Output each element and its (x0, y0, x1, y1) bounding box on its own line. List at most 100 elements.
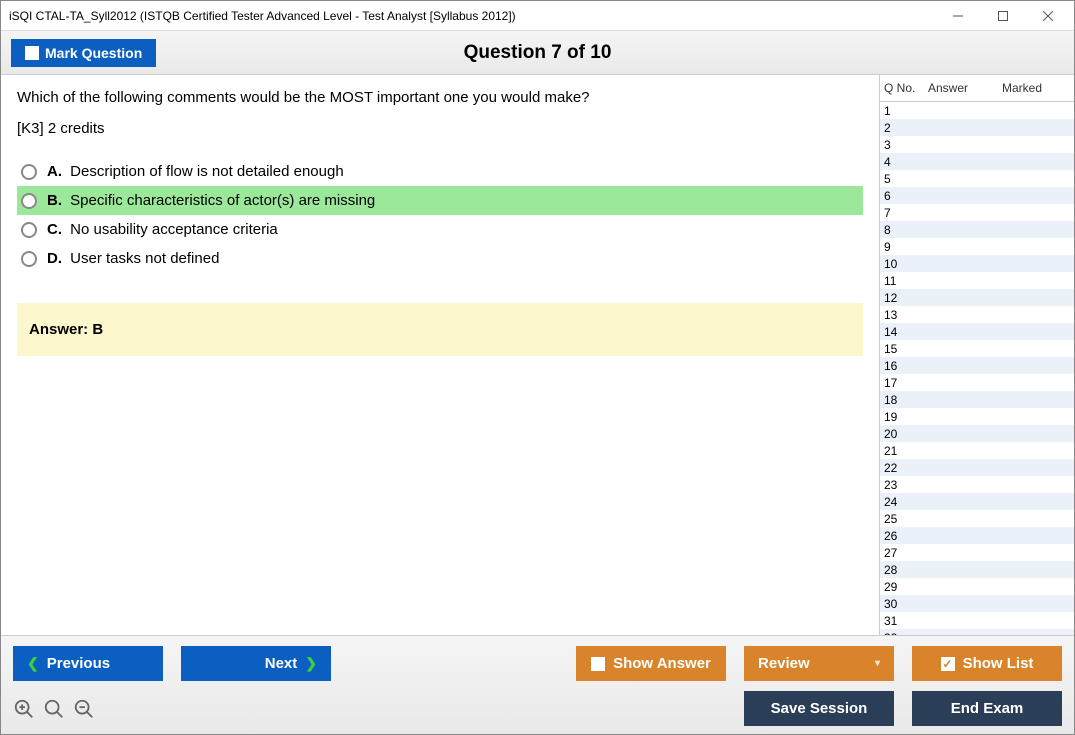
row-number: 26 (884, 529, 928, 543)
list-row[interactable]: 6 (880, 187, 1074, 204)
option-d[interactable]: D. User tasks not defined (17, 244, 863, 273)
row-number: 15 (884, 342, 928, 356)
app-window: iSQI CTAL-TA_Syll2012 (ISTQB Certified T… (0, 0, 1075, 735)
minimize-button[interactable] (935, 2, 980, 30)
option-b[interactable]: B. Specific characteristics of actor(s) … (17, 186, 863, 215)
row-number: 25 (884, 512, 928, 526)
list-row[interactable]: 26 (880, 527, 1074, 544)
list-row[interactable]: 19 (880, 408, 1074, 425)
list-row[interactable]: 15 (880, 340, 1074, 357)
list-row[interactable]: 9 (880, 238, 1074, 255)
list-row[interactable]: 16 (880, 357, 1074, 374)
list-row[interactable]: 25 (880, 510, 1074, 527)
maximize-button[interactable] (980, 2, 1025, 30)
show-list-label: Show List (963, 655, 1034, 672)
radio-icon (21, 164, 37, 180)
next-label: Next (265, 655, 298, 672)
list-row[interactable]: 22 (880, 459, 1074, 476)
show-list-button[interactable]: ✓ Show List (912, 646, 1062, 681)
list-row[interactable]: 24 (880, 493, 1074, 510)
list-row[interactable]: 29 (880, 578, 1074, 595)
list-row[interactable]: 14 (880, 323, 1074, 340)
checkbox-checked-icon: ✓ (941, 657, 955, 671)
bottom-bar: ❮ Previous Next ❯ Show Answer Review ▾ ✓… (1, 635, 1074, 734)
option-text: B. Specific characteristics of actor(s) … (47, 192, 375, 209)
question-text: Which of the following comments would be… (17, 89, 863, 106)
header-marked: Marked (1002, 81, 1070, 95)
row-number: 28 (884, 563, 928, 577)
mark-question-button[interactable]: Mark Question (11, 39, 156, 67)
list-row[interactable]: 3 (880, 136, 1074, 153)
list-row[interactable]: 31 (880, 612, 1074, 629)
list-row[interactable]: 23 (880, 476, 1074, 493)
row-number: 20 (884, 427, 928, 441)
list-row[interactable]: 27 (880, 544, 1074, 561)
radio-icon (21, 193, 37, 209)
button-row-1: ❮ Previous Next ❯ Show Answer Review ▾ ✓… (13, 646, 1062, 681)
row-number: 21 (884, 444, 928, 458)
show-answer-label: Show Answer (613, 655, 711, 672)
option-text: C. No usability acceptance criteria (47, 221, 278, 238)
list-row[interactable]: 5 (880, 170, 1074, 187)
question-list[interactable]: 1234567891011121314151617181920212223242… (880, 102, 1074, 635)
question-list-panel: Q No. Answer Marked 12345678910111213141… (879, 75, 1074, 635)
list-row[interactable]: 8 (880, 221, 1074, 238)
previous-label: Previous (47, 655, 110, 672)
close-button[interactable] (1025, 2, 1070, 30)
row-number: 30 (884, 597, 928, 611)
next-button[interactable]: Next ❯ (181, 646, 331, 681)
review-dropdown[interactable]: Review ▾ (744, 646, 894, 681)
previous-button[interactable]: ❮ Previous (13, 646, 163, 681)
list-row[interactable]: 20 (880, 425, 1074, 442)
row-number: 14 (884, 325, 928, 339)
show-answer-button[interactable]: Show Answer (576, 646, 726, 681)
zoom-in-icon[interactable] (13, 698, 35, 720)
zoom-out-icon[interactable] (73, 698, 95, 720)
row-number: 3 (884, 138, 928, 152)
list-header: Q No. Answer Marked (880, 75, 1074, 102)
list-row[interactable]: 28 (880, 561, 1074, 578)
end-exam-button[interactable]: End Exam (912, 691, 1062, 726)
session-buttons: Save Session End Exam (744, 691, 1062, 726)
close-icon (1043, 11, 1053, 21)
row-number: 24 (884, 495, 928, 509)
maximize-icon (998, 11, 1008, 21)
zoom-icon[interactable] (43, 698, 65, 720)
save-session-button[interactable]: Save Session (744, 691, 894, 726)
header-bar: Mark Question Question 7 of 10 (1, 31, 1074, 75)
row-number: 31 (884, 614, 928, 628)
minimize-icon (953, 11, 963, 21)
list-row[interactable]: 1 (880, 102, 1074, 119)
list-row[interactable]: 2 (880, 119, 1074, 136)
checkbox-icon (591, 657, 605, 671)
list-row[interactable]: 7 (880, 204, 1074, 221)
answer-box: Answer: B (17, 303, 863, 356)
row-number: 23 (884, 478, 928, 492)
review-label: Review (758, 655, 810, 672)
row-number: 13 (884, 308, 928, 322)
question-subtext: [K3] 2 credits (17, 120, 863, 137)
option-text: D. User tasks not defined (47, 250, 219, 267)
list-row[interactable]: 13 (880, 306, 1074, 323)
checkbox-icon (25, 46, 39, 60)
question-panel: Which of the following comments would be… (1, 75, 879, 635)
row-number: 22 (884, 461, 928, 475)
list-row[interactable]: 12 (880, 289, 1074, 306)
titlebar: iSQI CTAL-TA_Syll2012 (ISTQB Certified T… (1, 1, 1074, 31)
list-row[interactable]: 18 (880, 391, 1074, 408)
list-row[interactable]: 11 (880, 272, 1074, 289)
row-number: 4 (884, 155, 928, 169)
option-a[interactable]: A. Description of flow is not detailed e… (17, 157, 863, 186)
row-number: 11 (884, 274, 928, 288)
row-number: 2 (884, 121, 928, 135)
button-row-2: Save Session End Exam (13, 691, 1062, 726)
list-row[interactable]: 17 (880, 374, 1074, 391)
list-row[interactable]: 10 (880, 255, 1074, 272)
row-number: 27 (884, 546, 928, 560)
row-number: 1 (884, 104, 928, 118)
option-c[interactable]: C. No usability acceptance criteria (17, 215, 863, 244)
end-exam-label: End Exam (951, 700, 1024, 717)
list-row[interactable]: 21 (880, 442, 1074, 459)
list-row[interactable]: 4 (880, 153, 1074, 170)
list-row[interactable]: 30 (880, 595, 1074, 612)
